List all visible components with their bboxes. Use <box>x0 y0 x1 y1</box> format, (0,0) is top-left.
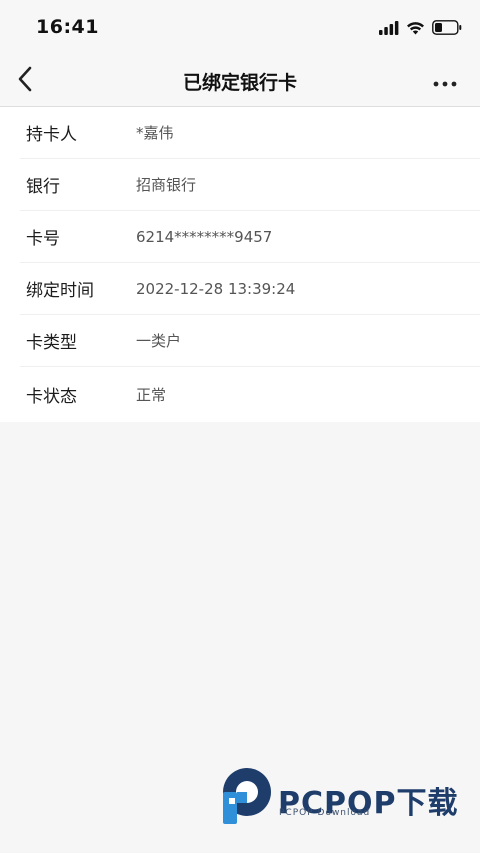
signal-icon <box>379 20 399 39</box>
more-horizontal-icon <box>433 72 457 91</box>
nav-bar: 已绑定银行卡 <box>0 56 480 107</box>
detail-value: 一类户 <box>136 332 182 350</box>
watermark: PCPOP下载 PCPOP Download <box>220 766 470 826</box>
detail-value: 正常 <box>136 386 167 404</box>
detail-label: 卡状态 <box>26 387 77 407</box>
status-time: 16:41 <box>36 16 99 38</box>
detail-value: 6214********9457 <box>136 227 273 246</box>
detail-row-card-number: 卡号 6214********9457 <box>20 211 480 263</box>
detail-row-cardholder: 持卡人 *嘉伟 <box>20 107 480 159</box>
detail-label: 持卡人 <box>26 125 77 145</box>
battery-icon <box>432 19 462 39</box>
status-icons <box>379 18 462 40</box>
detail-label: 卡类型 <box>26 333 77 353</box>
detail-row-bind-time: 绑定时间 2022-12-28 13:39:24 <box>20 263 480 315</box>
detail-row-card-status: 卡状态 正常 <box>20 367 480 422</box>
detail-value: *嘉伟 <box>136 124 174 142</box>
detail-value: 招商银行 <box>136 176 197 194</box>
detail-row-bank: 银行 招商银行 <box>20 159 480 211</box>
detail-row-card-type: 卡类型 一类户 <box>20 315 480 367</box>
pcpop-logo-icon <box>220 766 272 830</box>
wifi-icon <box>406 20 425 39</box>
detail-label: 银行 <box>26 177 60 197</box>
detail-value: 2022-12-28 13:39:24 <box>136 279 296 298</box>
page-title: 已绑定银行卡 <box>182 72 297 94</box>
detail-label: 绑定时间 <box>26 281 94 301</box>
status-bar: 16:41 <box>0 0 480 56</box>
watermark-subtext: PCPOP Download <box>279 808 371 818</box>
more-button[interactable] <box>430 68 460 94</box>
card-details: 持卡人 *嘉伟 银行 招商银行 卡号 6214********9457 绑定时间… <box>0 107 480 422</box>
detail-label: 卡号 <box>26 229 60 249</box>
